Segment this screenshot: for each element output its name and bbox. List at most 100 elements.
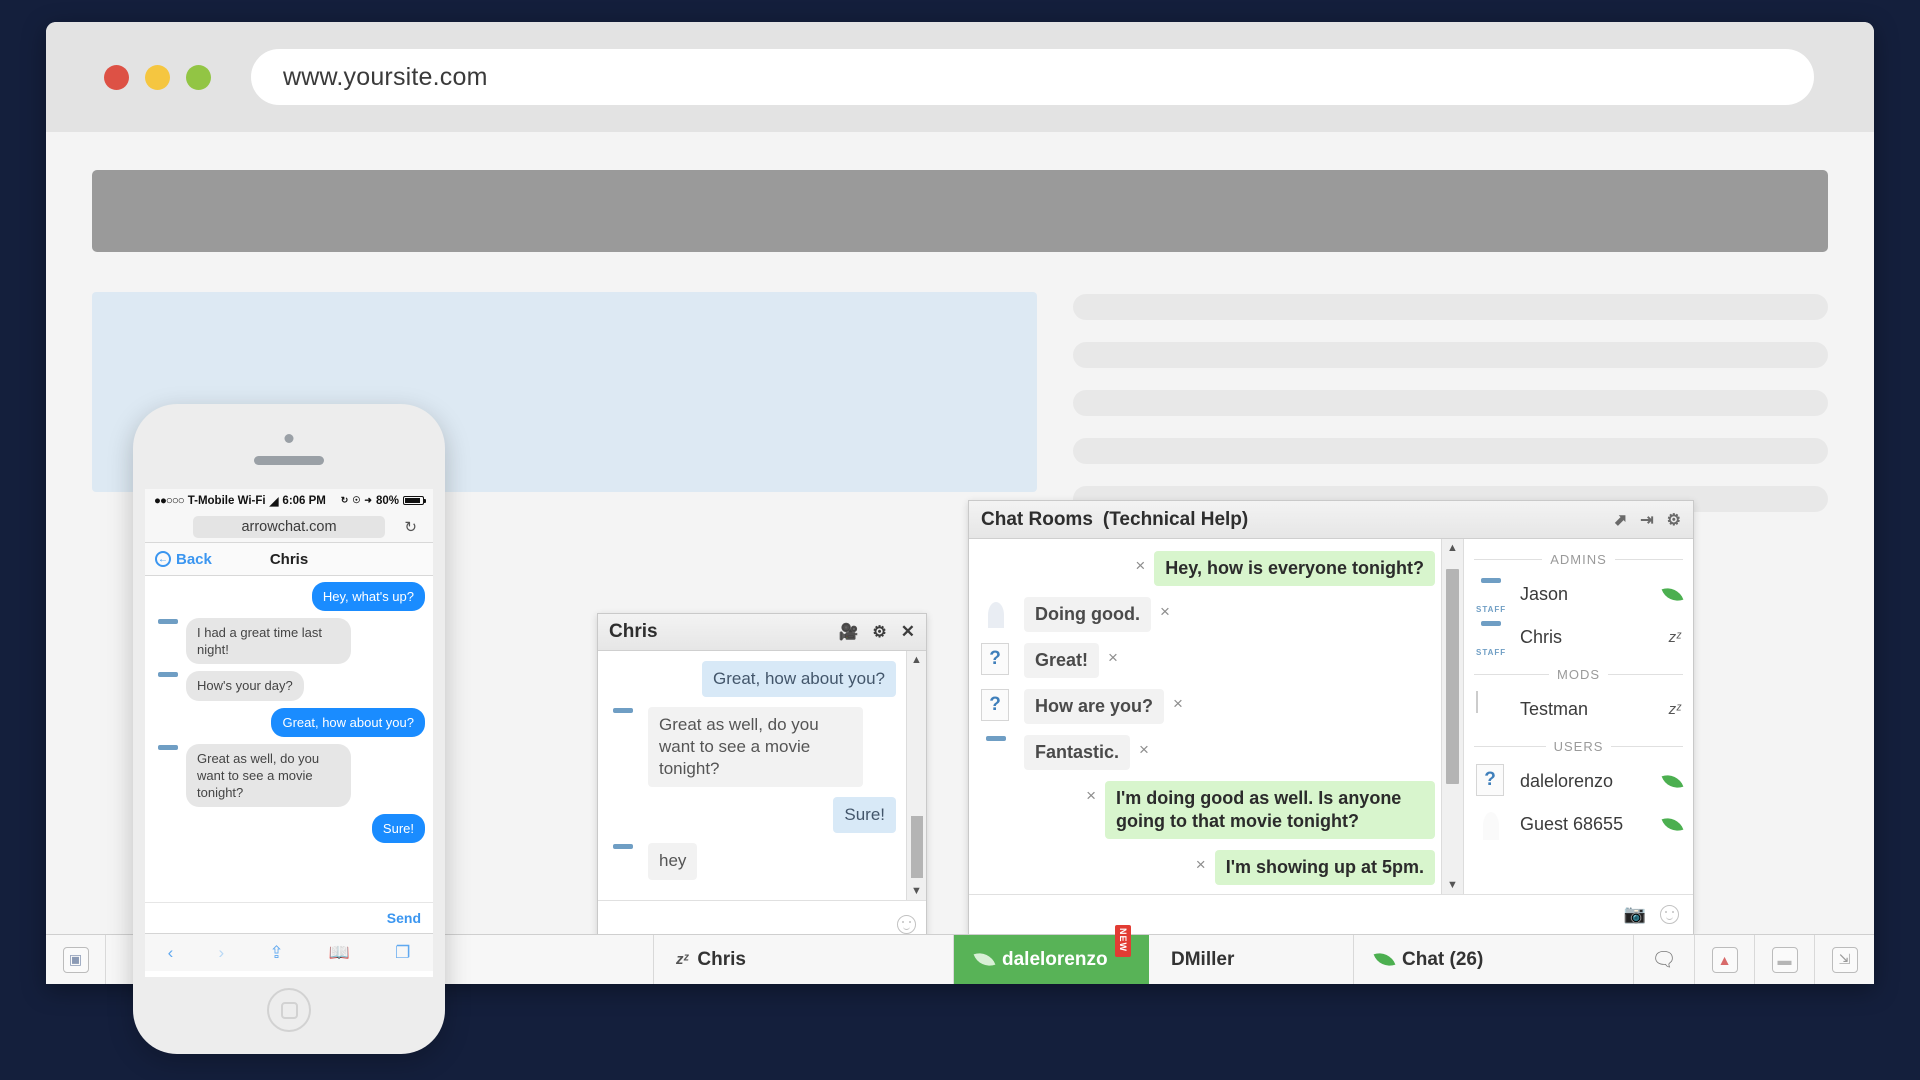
- chat-message: hey: [608, 843, 896, 880]
- forward-icon[interactable]: ›: [218, 943, 224, 963]
- avatar[interactable]: [153, 744, 180, 771]
- taskbar-contacts-button[interactable]: ▣: [46, 935, 106, 984]
- popout-icon[interactable]: ⬈: [1614, 510, 1627, 530]
- rotation-lock-icon: ↻: [340, 495, 349, 505]
- delete-message-icon[interactable]: ×: [1173, 689, 1183, 719]
- chris-window-header[interactable]: Chris 🎥 ⚙ ✕: [598, 614, 926, 651]
- gear-icon[interactable]: ⚙: [872, 622, 886, 642]
- user-name: dalelorenzo: [1520, 770, 1614, 791]
- scroll-up-icon[interactable]: ▲: [911, 654, 922, 666]
- share-icon[interactable]: ⇪: [269, 943, 283, 963]
- group-label-mods: MODS: [1474, 667, 1683, 682]
- chris-scrollbar[interactable]: ▲ ▼: [906, 651, 926, 900]
- scrollbar-thumb[interactable]: [1446, 569, 1459, 784]
- chat-message: Great as well, do you want to see a movi…: [608, 707, 896, 788]
- taskbar-collapse-button[interactable]: ⇲: [1814, 935, 1874, 984]
- chat-message: Fantastic. ×: [981, 735, 1435, 771]
- chat-message: Great as well, do you want to see a movi…: [153, 743, 425, 808]
- chat-message: How's your day?: [153, 671, 425, 701]
- delete-message-icon[interactable]: ×: [1196, 850, 1206, 880]
- staff-badge: STAFF: [1476, 648, 1507, 657]
- photo-avatar-icon: [1476, 691, 1478, 713]
- chat-room-name: (Technical Help): [1102, 508, 1249, 530]
- delete-message-icon[interactable]: ×: [1160, 597, 1170, 627]
- delete-message-icon[interactable]: ×: [1135, 551, 1145, 581]
- home-square-icon: [280, 1001, 298, 1019]
- user-name: Jason: [1520, 583, 1569, 604]
- chat-rooms-scrollbar[interactable]: ▲ ▼: [1441, 539, 1463, 894]
- video-camera-icon[interactable]: 🎥: [838, 622, 858, 642]
- phone-status-bar: ●●○○○ T-Mobile Wi-Fi ◢ 6:06 PM ↻ ☉ ➜ 80%: [145, 489, 433, 512]
- group-label-admins: ADMINS: [1474, 552, 1683, 567]
- question-avatar-icon: ?: [981, 689, 1009, 722]
- emoji-icon[interactable]: [897, 915, 916, 934]
- tabs-icon[interactable]: ❐: [395, 943, 410, 963]
- chris-message-list: Great, how about you? Great as well, do …: [598, 651, 906, 900]
- online-leaf-icon: [1661, 813, 1684, 835]
- avatar[interactable]: ?: [981, 689, 1015, 723]
- scrollbar-thumb[interactable]: [911, 816, 923, 878]
- delete-message-icon[interactable]: ×: [1086, 781, 1096, 811]
- taskbar-image-button[interactable]: ▲: [1694, 935, 1754, 984]
- avatar: [1476, 807, 1510, 841]
- chat-rooms-header[interactable]: Chat Rooms (Technical Help) ⬈ ⇥ ⚙: [969, 501, 1693, 539]
- message-bubble: How are you?: [1024, 689, 1165, 725]
- user-list-item[interactable]: ? dalelorenzo: [1474, 761, 1684, 801]
- taskbar-chatbubbles-button[interactable]: 🗨: [1634, 935, 1694, 984]
- avatar[interactable]: [608, 707, 642, 741]
- emoji-icon[interactable]: [1660, 905, 1679, 924]
- message-bubble: I'm showing up at 5pm.: [1214, 850, 1435, 886]
- phone-home-button[interactable]: [267, 988, 311, 1032]
- scroll-down-icon[interactable]: ▼: [911, 885, 922, 897]
- refresh-icon[interactable]: ↻: [404, 518, 417, 536]
- taskbar-tab-chat[interactable]: Chat (26): [1354, 935, 1634, 984]
- avatar[interactable]: [608, 843, 642, 877]
- chat-message: × I'm showing up at 5pm.: [981, 850, 1435, 886]
- chat-rooms-window: Chat Rooms (Technical Help) ⬈ ⇥ ⚙ × Hey,…: [968, 500, 1694, 934]
- bookmarks-icon[interactable]: 📖: [329, 943, 350, 963]
- alarm-icon: ☉: [352, 495, 361, 505]
- taskbar-tab-chris[interactable]: zᶻ Chris: [654, 935, 954, 984]
- taskbar-document-button[interactable]: ▬: [1754, 935, 1814, 984]
- taskbar-tab-dmiller[interactable]: DMiller: [1149, 935, 1354, 984]
- close-window-button[interactable]: [104, 64, 129, 90]
- image-icon: ▲: [1711, 946, 1738, 973]
- camera-icon[interactable]: 📷: [1624, 904, 1646, 925]
- url-input[interactable]: www.yoursite.com: [251, 49, 1814, 105]
- user-list-item[interactable]: STAFF Jason: [1474, 574, 1684, 614]
- chat-message: × Hey, how is everyone tonight?: [981, 551, 1435, 587]
- taskbar-right-icons: 🗨 ▲ ▬ ⇲: [1634, 935, 1874, 984]
- message-bubble: Great, how about you?: [271, 707, 425, 737]
- avatar[interactable]: [981, 735, 1015, 769]
- delete-message-icon[interactable]: ×: [1139, 735, 1149, 765]
- gear-icon[interactable]: ⚙: [1667, 510, 1681, 530]
- avatar[interactable]: ?: [981, 643, 1015, 677]
- avatar[interactable]: [153, 671, 180, 698]
- maximize-window-button[interactable]: [186, 64, 211, 90]
- chat-leaf-icon: [1373, 948, 1396, 971]
- back-icon[interactable]: ‹: [168, 943, 174, 963]
- chat-bubbles-icon: 🗨: [1651, 949, 1677, 971]
- avatar[interactable]: [981, 597, 1015, 631]
- phone-send-button[interactable]: Send: [145, 902, 433, 933]
- chat-rooms-footer: 📷: [969, 894, 1693, 934]
- message-bubble: Sure!: [833, 797, 896, 834]
- user-list-item[interactable]: Guest 68655: [1474, 804, 1684, 844]
- close-icon[interactable]: ✕: [901, 622, 915, 642]
- leave-room-icon[interactable]: ⇥: [1640, 510, 1653, 530]
- user-list-item[interactable]: Testman zᶻ: [1474, 689, 1683, 729]
- user-list-item[interactable]: STAFF Chris zᶻ: [1474, 617, 1683, 658]
- browser-chrome: www.yoursite.com: [46, 22, 1874, 132]
- message-bubble: Great as well, do you want to see a movi…: [186, 743, 351, 808]
- taskbar-tab-label: Chris: [697, 948, 746, 970]
- message-bubble: I had a great time last night!: [186, 618, 351, 665]
- phone-chat-nav: ← Back Chris: [145, 543, 433, 576]
- avatar[interactable]: [153, 618, 180, 645]
- taskbar-tab-dalelorenzo[interactable]: dalelorenzo NEW: [954, 925, 1149, 984]
- scroll-down-icon[interactable]: ▼: [1447, 879, 1458, 891]
- minimize-window-button[interactable]: [145, 64, 170, 90]
- scroll-up-icon[interactable]: ▲: [1447, 542, 1458, 554]
- delete-message-icon[interactable]: ×: [1108, 643, 1118, 673]
- online-leaf-icon: [1661, 770, 1684, 792]
- phone-url-bar[interactable]: arrowchat.com ↻: [145, 512, 433, 543]
